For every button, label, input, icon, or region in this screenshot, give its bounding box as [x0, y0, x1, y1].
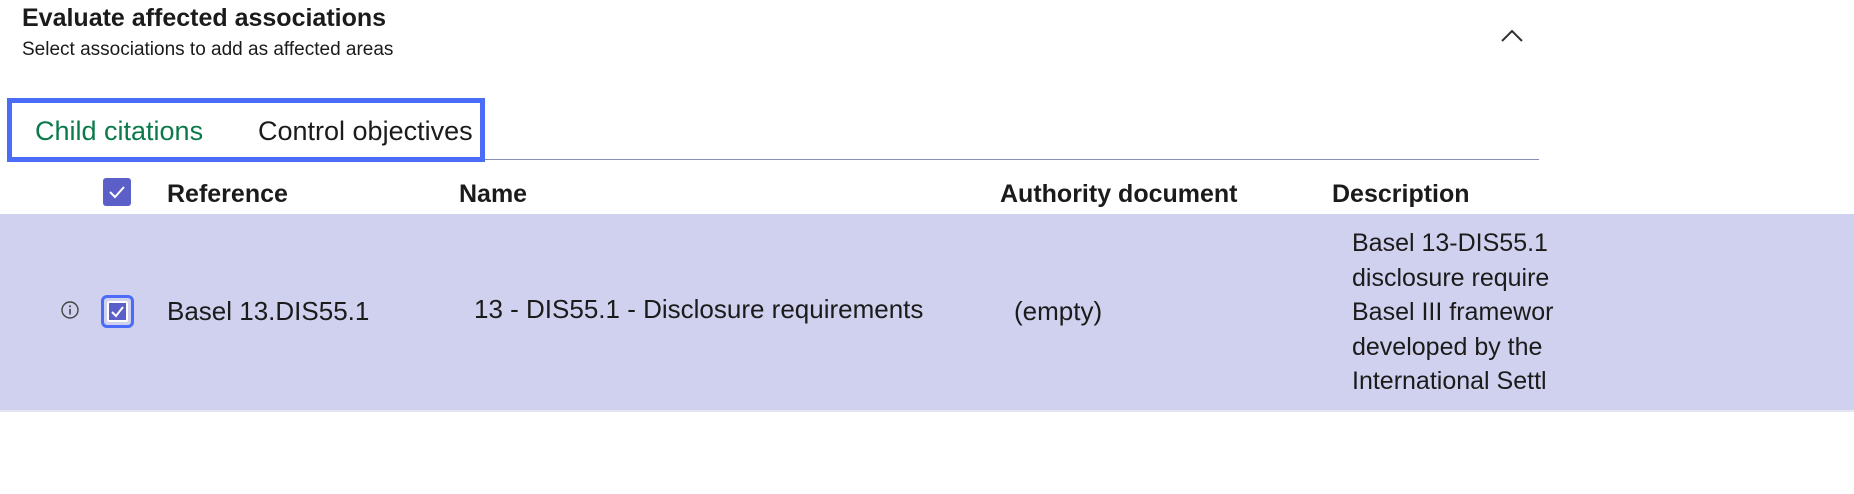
column-header-reference[interactable]: Reference: [167, 180, 288, 209]
tab-child-citations[interactable]: Child citations: [35, 116, 203, 147]
chevron-up-icon: [1501, 29, 1523, 42]
row-checkbox[interactable]: [107, 301, 128, 322]
tab-control-objectives[interactable]: Control objectives: [258, 116, 473, 147]
section-title: Evaluate affected associations: [22, 4, 387, 32]
checkmark-icon: [111, 306, 124, 318]
column-header-description[interactable]: Description: [1332, 180, 1470, 209]
cell-description: Basel 13-DIS55.1 disclosure require Base…: [1352, 226, 1854, 399]
row-divider: [0, 410, 1854, 412]
cell-reference: Basel 13.DIS55.1: [167, 296, 370, 326]
select-all-checkbox[interactable]: [103, 178, 131, 206]
info-icon[interactable]: [60, 300, 80, 320]
description-line: International Settl: [1352, 367, 1547, 395]
collapse-button[interactable]: [1496, 20, 1528, 52]
description-line: developed by the: [1352, 332, 1543, 361]
cell-authority-document: (empty): [1014, 296, 1103, 326]
tabs-divider: [485, 159, 1539, 160]
description-line: disclosure require: [1352, 263, 1550, 292]
description-line: Basel 13-DIS55.1: [1352, 229, 1548, 257]
table-header-row: Reference Name Authority document Descri…: [0, 164, 1854, 214]
column-header-name[interactable]: Name: [459, 180, 527, 209]
row-checkbox-focus-ring: [101, 295, 134, 328]
column-header-authority-document[interactable]: Authority document: [1000, 180, 1238, 209]
checkmark-icon: [109, 186, 125, 199]
affected-associations-panel: Evaluate affected associations Select as…: [0, 0, 1854, 494]
section-subtitle: Select associations to add as affected a…: [22, 39, 394, 60]
cell-name: 13 - DIS55.1 - Disclosure requirements: [474, 294, 924, 324]
description-line: Basel III framewor: [1352, 298, 1554, 326]
